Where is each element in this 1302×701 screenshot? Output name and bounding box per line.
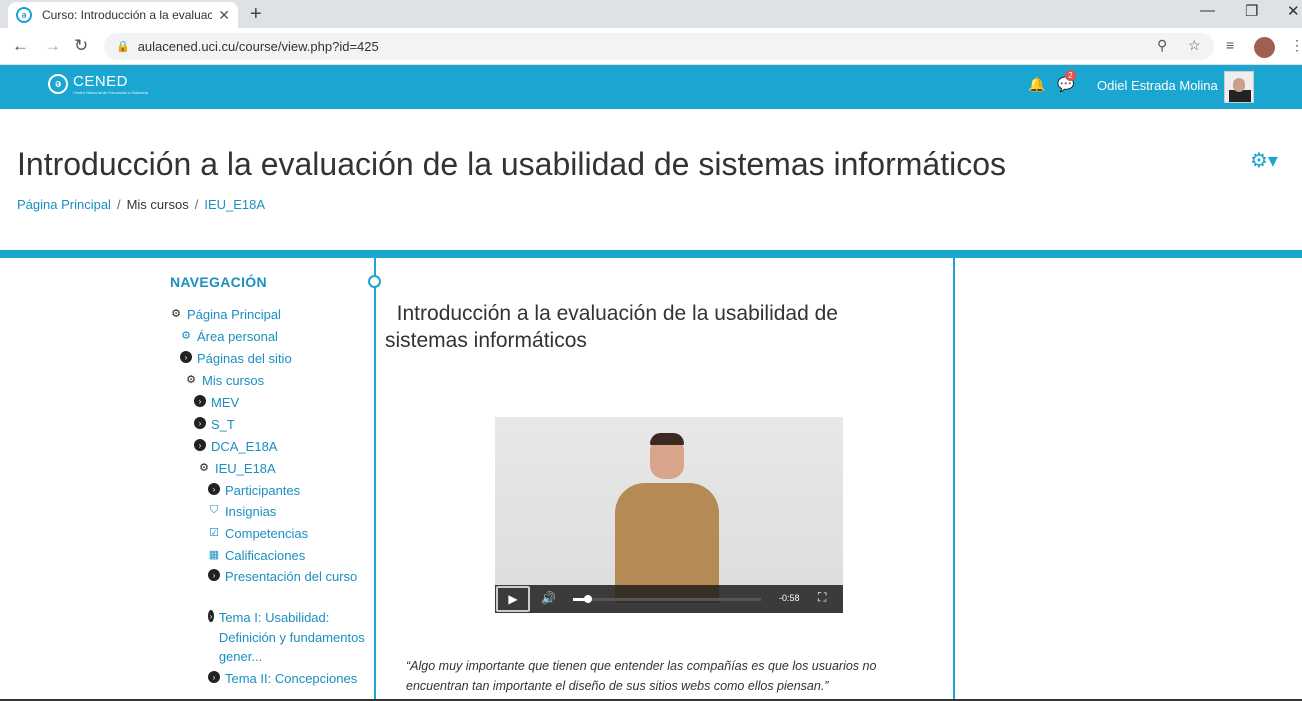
nav-item-st[interactable]: › S_T: [194, 415, 235, 435]
chevron-circle-icon: ›: [180, 351, 192, 363]
nav-item-participantes[interactable]: › Participantes: [208, 481, 300, 501]
chevron-circle-icon: ›: [208, 671, 220, 683]
user-name[interactable]: Odiel Estrada Molina: [1097, 78, 1218, 93]
nav-item-competencias[interactable]: ☑ Competencias: [208, 524, 308, 544]
logo-text: CENED: [73, 73, 129, 90]
settings-gear-icon[interactable]: ⚙▾: [1250, 148, 1278, 173]
page-title: Introducción a la evaluación de la usabi…: [17, 146, 1006, 182]
table-icon: ▦: [208, 548, 220, 561]
video-frame-hair: [650, 433, 684, 445]
chevron-circle-icon: ›: [194, 439, 206, 451]
tab-close-icon[interactable]: ✕: [218, 7, 230, 24]
nav-item-paginas-sitio[interactable]: › Páginas del sitio: [180, 349, 292, 369]
nav-item-tema-2[interactable]: › Tema II: Concepciones: [208, 669, 368, 699]
chevron-circle-icon: ›: [194, 395, 206, 407]
nav-item-mis-cursos[interactable]: ⚙ Mis cursos: [185, 371, 264, 391]
reload-icon[interactable]: ↻: [74, 36, 88, 56]
content-right-border: [953, 258, 955, 699]
nav-item-tema-1[interactable]: › Tema I: Usabilidad: Definición y fundam…: [208, 608, 368, 667]
play-icon[interactable]: ▶: [496, 586, 530, 612]
nav-item-calificaciones[interactable]: ▦ Calificaciones: [208, 546, 305, 566]
lock-icon: 🔒: [116, 41, 130, 53]
course-content-title: Introducción a la evaluación de la usabi…: [385, 302, 838, 352]
nav-heading: NAVEGACIÓN: [170, 274, 267, 290]
video-seek-bar[interactable]: [573, 595, 761, 603]
nav-collapse-line: [374, 258, 376, 699]
video-controls: ▶ 🔊 -0:58 ⛶: [495, 585, 843, 613]
chevron-circle-icon: ›: [208, 610, 214, 622]
browser-toolbar: ← → ↻ 🔒 aulacened.uci.cu/course/view.php…: [0, 28, 1302, 65]
address-bar[interactable]: 🔒 aulacened.uci.cu/course/view.php?id=42…: [104, 33, 1214, 60]
menu-dots-icon[interactable]: ⋮: [1290, 37, 1302, 54]
restore-icon[interactable]: ❐: [1245, 2, 1258, 20]
logo-subtitle: Centro Nacional de Educación a Distancia: [73, 90, 148, 95]
nav-collapse-handle[interactable]: [368, 275, 381, 288]
browser-tab[interactable]: ə Curso: Introducción a la evaluació ✕: [8, 2, 238, 28]
dashboard-icon: ⚙: [199, 461, 209, 474]
nav-item-mev[interactable]: › MEV: [194, 393, 239, 413]
fullscreen-icon[interactable]: ⛶: [818, 590, 826, 605]
tab-title: Curso: Introducción a la evaluació: [42, 8, 213, 22]
video-player[interactable]: ▶ 🔊 -0:58 ⛶: [495, 417, 843, 613]
nav-item-insignias[interactable]: ⛉ Insignias: [208, 502, 276, 522]
seek-thumb[interactable]: [584, 595, 592, 603]
breadcrumb-mis-cursos: Mis cursos: [126, 197, 189, 212]
nav-item-presentacion[interactable]: › Presentación del curso: [208, 567, 368, 587]
zoom-icon[interactable]: ⚲: [1157, 37, 1167, 54]
checkbox-icon: ☑: [209, 526, 219, 539]
breadcrumb: Página Principal / Mis cursos / IEU_E18A: [17, 197, 266, 212]
notification-bell-icon[interactable]: 🔔: [1028, 76, 1045, 93]
nav-item-ieu[interactable]: ⚙ IEU_E18A: [198, 459, 276, 479]
volume-icon[interactable]: 🔊: [541, 591, 556, 605]
nav-item-dca[interactable]: › DCA_E18A: [194, 437, 277, 457]
breadcrumb-course[interactable]: IEU_E18A: [204, 197, 265, 212]
nav-item-area-personal[interactable]: ⚙ Área personal: [180, 327, 278, 347]
media-queue-icon[interactable]: ≡: [1226, 37, 1234, 53]
window-close-icon[interactable]: ✕: [1287, 2, 1300, 20]
dashboard-icon: ⚙: [171, 307, 181, 320]
user-avatar[interactable]: [1224, 71, 1254, 103]
course-quote: “Algo muy importante que tienen que ente…: [406, 659, 877, 693]
chevron-circle-icon: ›: [208, 483, 220, 495]
browser-profile-avatar[interactable]: [1254, 37, 1275, 58]
chevron-circle-icon: ›: [208, 569, 220, 581]
cened-logo-icon: ə: [48, 74, 68, 94]
site-favicon-icon: ə: [16, 7, 32, 23]
dashboard-icon: ⚙: [186, 373, 196, 386]
breadcrumb-home[interactable]: Página Principal: [17, 197, 111, 212]
back-icon[interactable]: ←: [12, 36, 29, 56]
new-tab-icon[interactable]: +: [250, 3, 262, 26]
header-divider-band: [0, 250, 1302, 258]
forward-icon[interactable]: →: [44, 36, 61, 56]
video-remaining-time: -0:58: [779, 593, 800, 603]
minimize-icon[interactable]: —: [1200, 2, 1215, 19]
site-logo[interactable]: ə CENED Centro Nacional de Educación a D…: [48, 73, 148, 95]
bookmark-star-icon[interactable]: ☆: [1188, 37, 1201, 54]
shield-icon: ⛉: [209, 503, 219, 516]
dashboard-icon: ⚙: [181, 329, 191, 342]
browser-tab-bar: ə Curso: Introducción a la evaluació ✕ +…: [0, 0, 1302, 28]
url-text: aulacened.uci.cu/course/view.php?id=425: [137, 39, 379, 54]
nav-item-pagina-principal[interactable]: ⚙ Página Principal: [170, 305, 281, 325]
chevron-circle-icon: ›: [194, 417, 206, 429]
message-count-badge: 2: [1065, 70, 1076, 81]
